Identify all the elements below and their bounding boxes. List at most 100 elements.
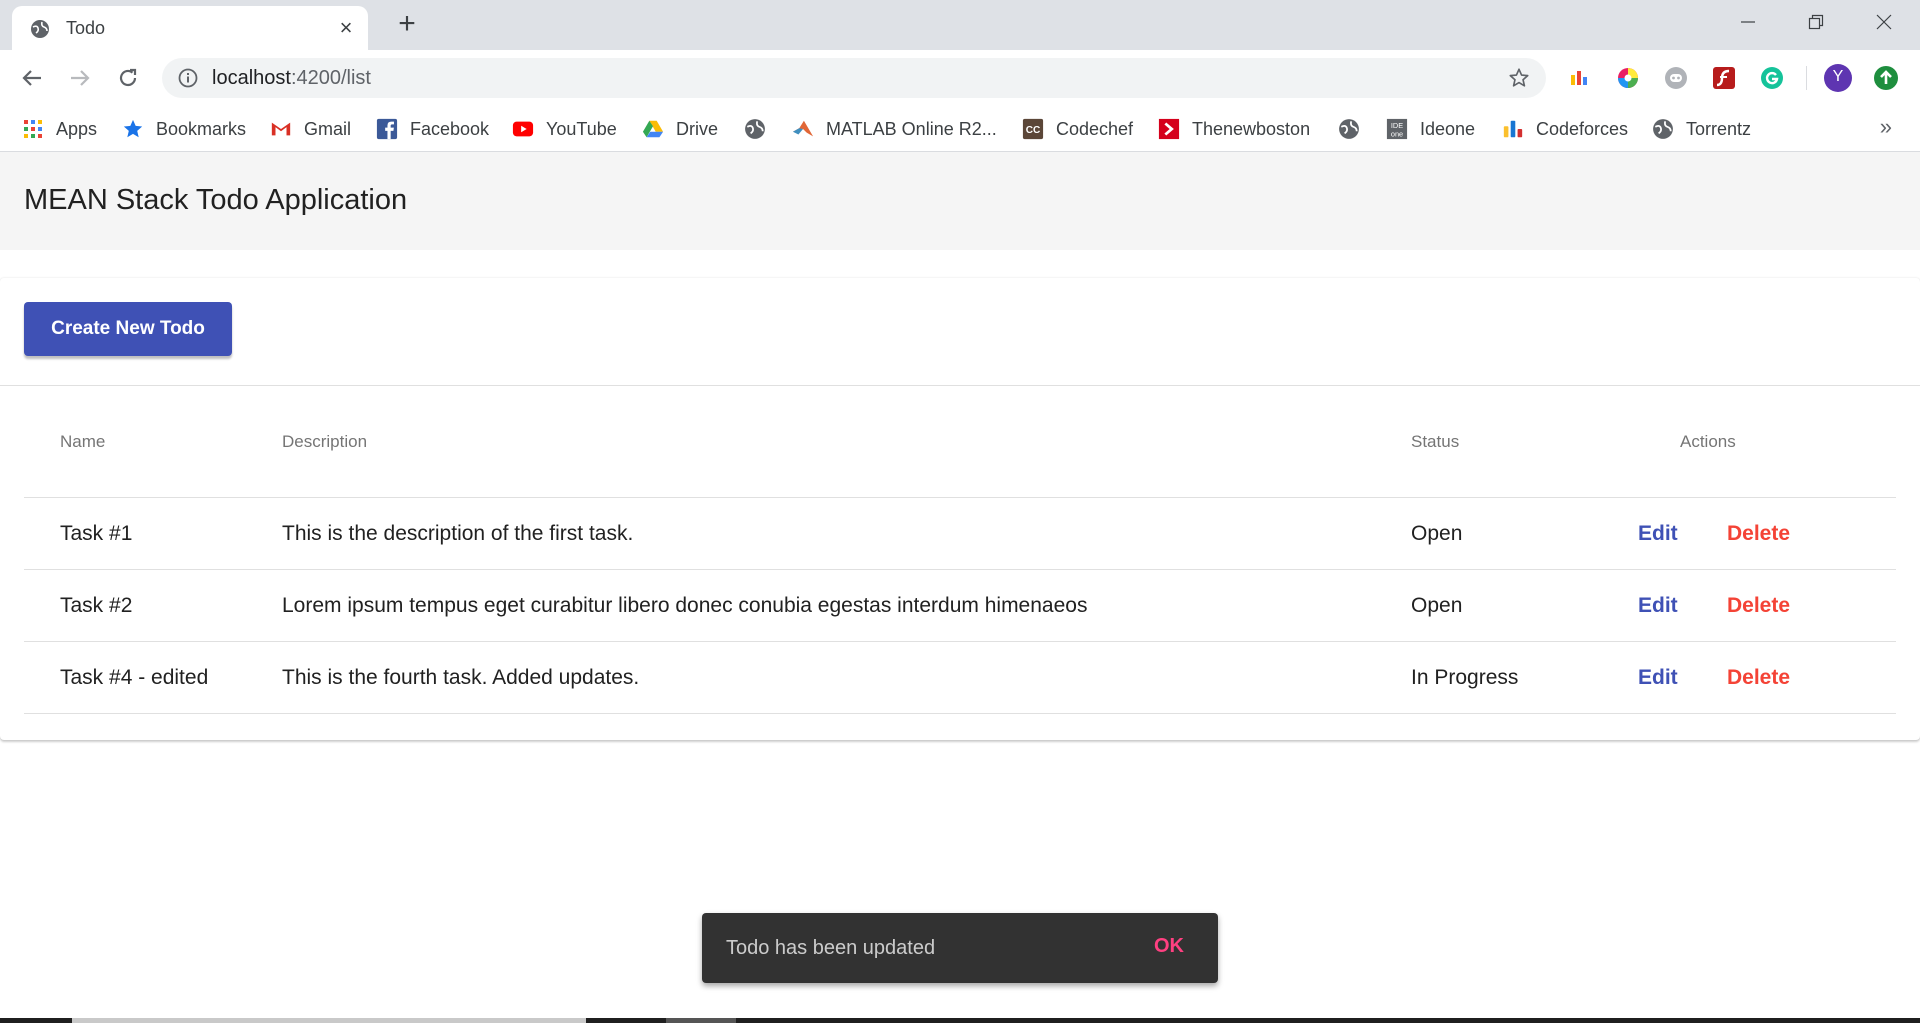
bookmark-label: Ideone xyxy=(1420,118,1476,139)
edit-button[interactable]: Edit xyxy=(1638,594,1678,618)
bookmark-label: Drive xyxy=(676,118,719,139)
minimize-icon xyxy=(1741,21,1755,23)
bookmark-matlab[interactable]: MATLAB Online R2... xyxy=(792,116,997,142)
bookmarks-overflow-button[interactable]: » xyxy=(1880,114,1892,140)
back-arrow-icon xyxy=(22,70,41,86)
address-bar[interactable]: localhost:4200/list xyxy=(162,58,1546,98)
codeforces-icon xyxy=(1503,120,1523,138)
minimize-button[interactable] xyxy=(1718,0,1778,44)
thenewboston-icon xyxy=(1158,118,1180,140)
column-header-actions: Actions xyxy=(1680,432,1736,451)
snackbar-ok-button[interactable]: OK xyxy=(1154,935,1184,958)
cell-status: Open xyxy=(1411,594,1463,617)
edit-button[interactable]: Edit xyxy=(1638,666,1678,690)
reload-button[interactable] xyxy=(112,62,144,94)
facebook-icon xyxy=(376,118,398,140)
cell-name: Task #2 xyxy=(60,594,133,617)
apps-grid-icon xyxy=(24,120,42,138)
app-toolbar: MEAN Stack Todo Application xyxy=(0,152,1920,250)
extension-grammarly-icon[interactable] xyxy=(1758,64,1786,92)
url-host: localhost xyxy=(212,67,291,89)
info-icon[interactable] xyxy=(178,68,198,88)
profile-avatar[interactable]: Y xyxy=(1824,64,1852,92)
close-window-button[interactable] xyxy=(1854,0,1914,44)
bookmark-label: MATLAB Online R2... xyxy=(826,118,997,139)
new-tab-button[interactable]: + xyxy=(392,9,422,40)
extension-flash-icon[interactable] xyxy=(1710,64,1738,92)
delete-button[interactable]: Delete xyxy=(1727,666,1790,690)
back-button[interactable] xyxy=(16,62,48,94)
cell-status: In Progress xyxy=(1411,666,1519,689)
bookmark-codeforces[interactable]: Codeforces xyxy=(1502,116,1628,142)
cell-description: This is the fourth task. Added updates. xyxy=(282,666,640,689)
bookmark-drive[interactable]: Drive xyxy=(642,116,718,142)
tab-close-icon[interactable]: × xyxy=(334,16,358,40)
bookmark-label: Thenewboston xyxy=(1192,118,1311,139)
forward-button[interactable] xyxy=(64,62,96,94)
snackbar: Todo has been updated OK xyxy=(702,913,1218,983)
bookmark-codechef[interactable]: CC Codechef xyxy=(1022,116,1133,142)
todo-table: Name Description Status Actions Task #1 … xyxy=(24,386,1896,714)
cell-name: Task #4 - edited xyxy=(60,666,209,689)
bookmark-label: Codechef xyxy=(1056,118,1134,139)
bookmark-facebook[interactable]: Facebook xyxy=(376,116,489,142)
restore-icon xyxy=(1808,14,1824,30)
globe-icon xyxy=(1339,119,1359,139)
drive-icon xyxy=(642,120,664,138)
bookmark-thenewboston[interactable]: Thenewboston xyxy=(1158,116,1310,142)
gmail-icon xyxy=(271,122,291,136)
taskbar-segment xyxy=(666,1018,736,1023)
tab-title: Todo xyxy=(66,18,106,38)
bookmark-label: Facebook xyxy=(410,118,490,139)
update-icon[interactable] xyxy=(1872,64,1900,92)
restore-button[interactable] xyxy=(1786,0,1846,44)
column-header-name[interactable]: Name xyxy=(60,432,105,452)
bookmark-apps[interactable]: Apps xyxy=(22,116,97,142)
bookmark-label: Bookmarks xyxy=(156,118,247,139)
globe-icon xyxy=(1653,119,1673,139)
cell-description: Lorem ipsum tempus eget curabitur libero… xyxy=(282,594,1088,617)
cell-name: Task #1 xyxy=(60,522,133,545)
table-row: Task #2 Lorem ipsum tempus eget curabitu… xyxy=(24,570,1896,642)
url-text: localhost:4200/list xyxy=(212,67,371,90)
bookmark-bookmarks[interactable]: Bookmarks xyxy=(122,116,246,142)
bookmark-star-icon[interactable] xyxy=(1508,67,1530,89)
toolbar-separator xyxy=(1806,66,1807,90)
bookmarks-bar: Apps Bookmarks Gmail Facebook YouTube Dr… xyxy=(0,106,1920,152)
column-header-description[interactable]: Description xyxy=(282,432,367,452)
delete-button[interactable]: Delete xyxy=(1727,594,1790,618)
bookmark-label: Codeforces xyxy=(1536,118,1629,139)
reload-icon xyxy=(119,68,137,87)
url-path: :4200/list xyxy=(290,67,371,89)
cell-status: Open xyxy=(1411,522,1463,545)
edit-button[interactable]: Edit xyxy=(1638,522,1678,546)
extension-discord-icon[interactable] xyxy=(1662,64,1690,92)
bookmark-label: YouTube xyxy=(546,118,617,139)
youtube-icon xyxy=(512,121,534,137)
forward-arrow-icon xyxy=(71,70,90,86)
svg-text:one: one xyxy=(1391,129,1403,138)
snackbar-message: Todo has been updated xyxy=(726,937,936,959)
delete-button[interactable]: Delete xyxy=(1727,522,1790,546)
create-new-todo-button[interactable]: Create New Todo xyxy=(24,302,232,356)
browser-toolbar: localhost:4200/list Y xyxy=(0,50,1920,106)
svg-text:CC: CC xyxy=(1026,125,1041,136)
extension-bars-icon[interactable] xyxy=(1566,64,1594,92)
bookmark-youtube[interactable]: YouTube xyxy=(512,116,617,142)
bookmark-label: Torrentz xyxy=(1686,118,1752,139)
taskbar-edge xyxy=(0,1018,1920,1023)
bookmark-gmail[interactable]: Gmail xyxy=(270,116,351,142)
bookmark-globe-2[interactable] xyxy=(1338,116,1372,142)
browser-titlebar: Todo × + xyxy=(0,0,1920,50)
browser-tab[interactable]: Todo × xyxy=(12,6,368,50)
bookmark-ideone[interactable]: IDE one Ideone xyxy=(1386,116,1475,142)
globe-icon xyxy=(31,20,49,38)
codechef-icon: CC xyxy=(1022,118,1044,140)
column-header-status[interactable]: Status xyxy=(1411,432,1459,452)
extension-color-wheel-icon[interactable] xyxy=(1614,64,1642,92)
bookmark-torrentz[interactable]: Torrentz xyxy=(1652,116,1751,142)
bookmark-globe-1[interactable] xyxy=(744,116,778,142)
page-title: MEAN Stack Todo Application xyxy=(24,184,408,216)
todo-card: Create New Todo Name Description Status … xyxy=(0,278,1920,740)
cell-description: This is the description of the first tas… xyxy=(282,522,634,545)
